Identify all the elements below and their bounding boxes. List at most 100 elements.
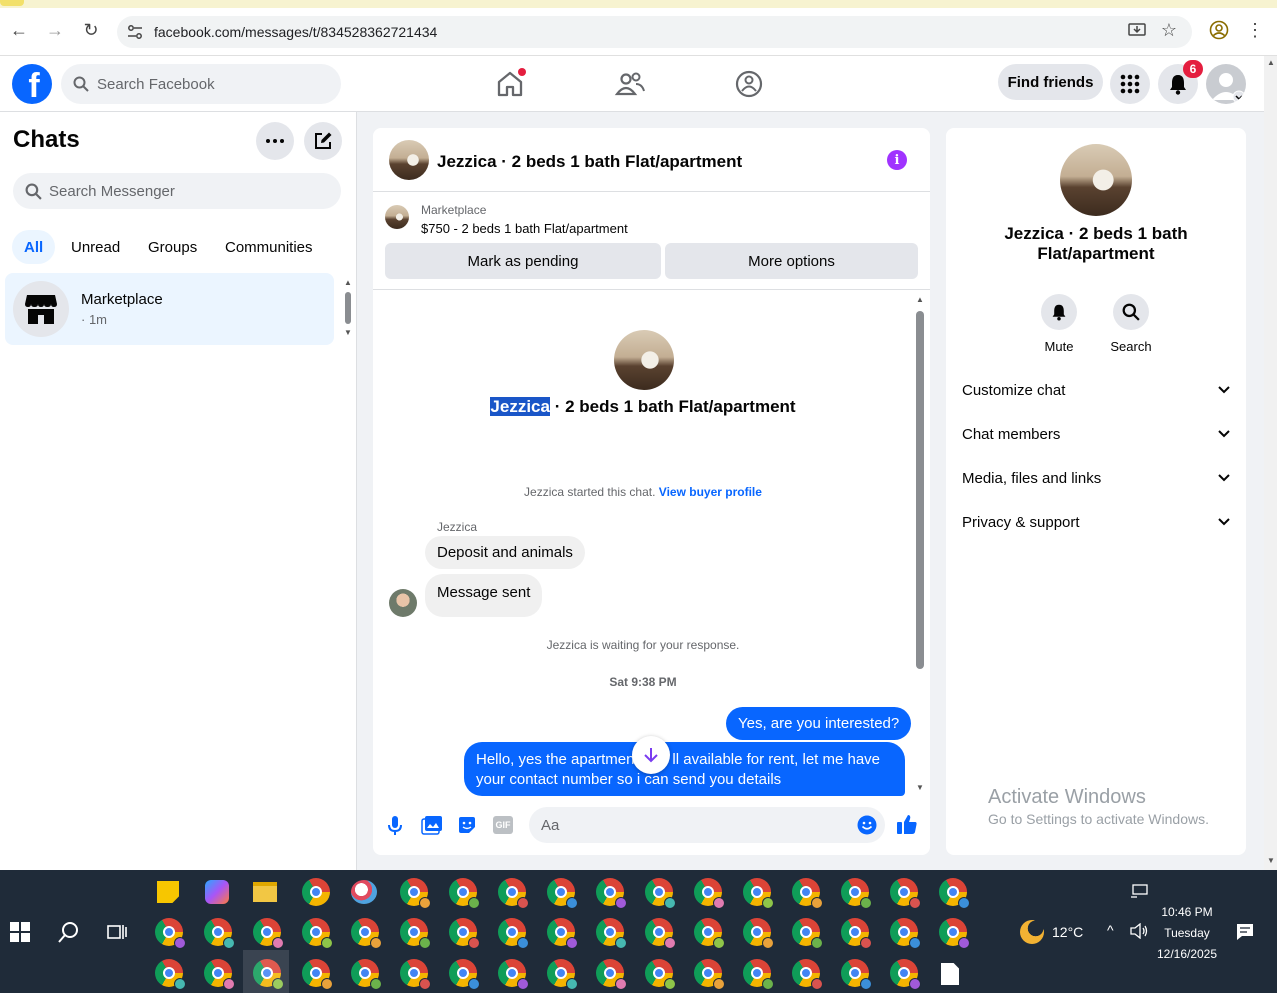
tab-communities[interactable]: Communities	[213, 230, 325, 264]
gif-icon[interactable]: GIF	[493, 816, 513, 834]
address-bar[interactable]: facebook.com/messages/t/834528362721434	[117, 16, 1192, 48]
chrome-window-icon[interactable]	[302, 918, 333, 949]
chrome-window-icon[interactable]	[890, 878, 921, 909]
thread-scrollbar[interactable]: ▲ ▼	[916, 295, 924, 792]
chrome-window-icon[interactable]	[645, 878, 676, 909]
chrome-window-icon[interactable]	[645, 918, 676, 949]
search-in-chat-button[interactable]: Search	[1101, 294, 1161, 354]
new-message-icon[interactable]	[304, 122, 342, 160]
chrome-window-icon[interactable]	[743, 959, 774, 990]
chat-info-avatar[interactable]	[1060, 144, 1132, 216]
chrome-window-icon[interactable]	[939, 878, 970, 909]
chrome-window-icon[interactable]	[302, 959, 333, 990]
chrome-window-icon[interactable]	[498, 878, 529, 909]
groups-icon[interactable]	[733, 68, 765, 100]
account-avatar[interactable]	[1206, 64, 1246, 104]
chevron-up-icon[interactable]: ^	[1107, 922, 1114, 938]
mark-as-pending-button[interactable]: Mark as pending	[385, 243, 661, 279]
chrome-window-icon[interactable]	[400, 959, 431, 990]
chrome-window-icon[interactable]	[400, 918, 431, 949]
tab-all[interactable]: All	[12, 230, 56, 264]
view-buyer-profile-link[interactable]: View buyer profile	[659, 485, 762, 499]
mute-button[interactable]: Mute	[1029, 294, 1089, 354]
reload-icon[interactable]: ↻	[79, 18, 103, 42]
paint-icon[interactable]	[351, 880, 377, 904]
outgoing-message[interactable]: Yes, are you interested?	[726, 707, 912, 740]
chrome-window-icon[interactable]	[596, 918, 627, 949]
chrome-window-icon[interactable]	[841, 918, 872, 949]
facebook-logo-icon[interactable]: f	[12, 64, 52, 104]
sticky-notes-icon[interactable]	[157, 881, 179, 903]
copilot-icon[interactable]	[205, 880, 229, 904]
customize-chat-row[interactable]: Customize chat	[962, 378, 1230, 402]
file-explorer-icon[interactable]	[253, 882, 277, 902]
incoming-message[interactable]: Deposit and animals	[425, 536, 585, 569]
bookmark-star-icon[interactable]: ☆	[1157, 18, 1181, 42]
message-input[interactable]: Aa	[529, 807, 885, 843]
chrome-window-icon[interactable]	[645, 959, 676, 990]
thumbs-up-icon[interactable]	[896, 813, 918, 835]
tab-groups[interactable]: Groups	[136, 230, 209, 264]
more-options-icon[interactable]	[256, 122, 294, 160]
task-view-icon[interactable]	[107, 922, 127, 942]
chrome-window-icon[interactable]	[351, 918, 382, 949]
sticker-icon[interactable]	[457, 815, 477, 835]
system-clock[interactable]: 10:46 PM Tuesday 12/16/2025	[1150, 902, 1224, 965]
microphone-icon[interactable]	[387, 815, 403, 837]
chrome-window-icon[interactable]	[253, 918, 284, 949]
chrome-window-icon[interactable]	[498, 918, 529, 949]
chrome-window-icon[interactable]	[155, 918, 186, 949]
chat-list-scrollbar[interactable]: ▲ ▼	[344, 278, 352, 338]
tab-unread[interactable]: Unread	[59, 230, 132, 264]
back-icon[interactable]: ←	[7, 18, 31, 42]
chrome-window-icon[interactable]	[351, 959, 382, 990]
notepad-icon[interactable]	[941, 963, 959, 985]
info-icon[interactable]: i	[887, 150, 907, 170]
home-icon[interactable]	[494, 68, 526, 100]
photo-icon[interactable]	[421, 815, 443, 835]
chat-list-item[interactable]: Marketplace · 1m	[5, 273, 334, 345]
network-display-icon[interactable]	[1130, 884, 1148, 898]
windows-start-icon[interactable]	[10, 922, 30, 942]
forward-icon[interactable]: →	[43, 18, 67, 42]
weather-temperature[interactable]: 12°C	[1052, 924, 1083, 940]
chrome-window-icon[interactable]	[449, 918, 480, 949]
find-friends-button[interactable]: Find friends	[998, 64, 1103, 100]
menu-grid-icon[interactable]	[1110, 64, 1150, 104]
facebook-search-input[interactable]: Search Facebook	[61, 64, 341, 104]
conversation-title[interactable]: Jezzica · 2 beds 1 bath Flat/apartment	[437, 152, 742, 172]
friends-icon[interactable]	[614, 68, 646, 100]
chrome-window-icon[interactable]	[449, 878, 480, 909]
scroll-down-arrow-icon[interactable]	[632, 736, 670, 774]
taskbar-search-icon[interactable]	[58, 921, 80, 943]
chrome-window-icon[interactable]	[204, 959, 235, 990]
chrome-window-icon[interactable]	[694, 959, 725, 990]
chrome-window-icon[interactable]	[694, 918, 725, 949]
chrome-window-icon[interactable]	[547, 878, 578, 909]
chrome-window-icon[interactable]	[792, 918, 823, 949]
chrome-window-icon[interactable]	[449, 959, 480, 990]
outgoing-message[interactable]: Hello, yes the apartmen ll available for …	[464, 742, 905, 796]
chrome-window-icon[interactable]	[400, 878, 431, 909]
listing-avatar[interactable]	[389, 140, 429, 180]
chrome-window-icon[interactable]	[792, 959, 823, 990]
page-scrollbar[interactable]: ▲ ▼	[1264, 56, 1277, 870]
chrome-window-icon[interactable]	[841, 878, 872, 909]
chrome-window-icon[interactable]	[204, 918, 235, 949]
messenger-search-input[interactable]: Search Messenger	[13, 173, 341, 209]
media-files-links-row[interactable]: Media, files and links	[962, 466, 1230, 490]
chrome-window-icon[interactable]	[498, 959, 529, 990]
chrome-window-icon[interactable]	[155, 959, 186, 990]
chrome-window-icon[interactable]	[547, 918, 578, 949]
chrome-window-icon[interactable]	[841, 959, 872, 990]
sender-avatar[interactable]	[389, 589, 417, 617]
chat-members-row[interactable]: Chat members	[962, 422, 1230, 446]
chrome-window-icon[interactable]	[743, 918, 774, 949]
chrome-window-icon[interactable]	[596, 959, 627, 990]
chrome-window-icon[interactable]	[890, 918, 921, 949]
notification-center-icon[interactable]	[1236, 923, 1254, 941]
site-settings-icon[interactable]	[127, 24, 143, 40]
incoming-message[interactable]: Message sent	[425, 574, 543, 617]
chrome-window-icon[interactable]	[890, 959, 921, 990]
chrome-window-icon[interactable]	[743, 878, 774, 909]
